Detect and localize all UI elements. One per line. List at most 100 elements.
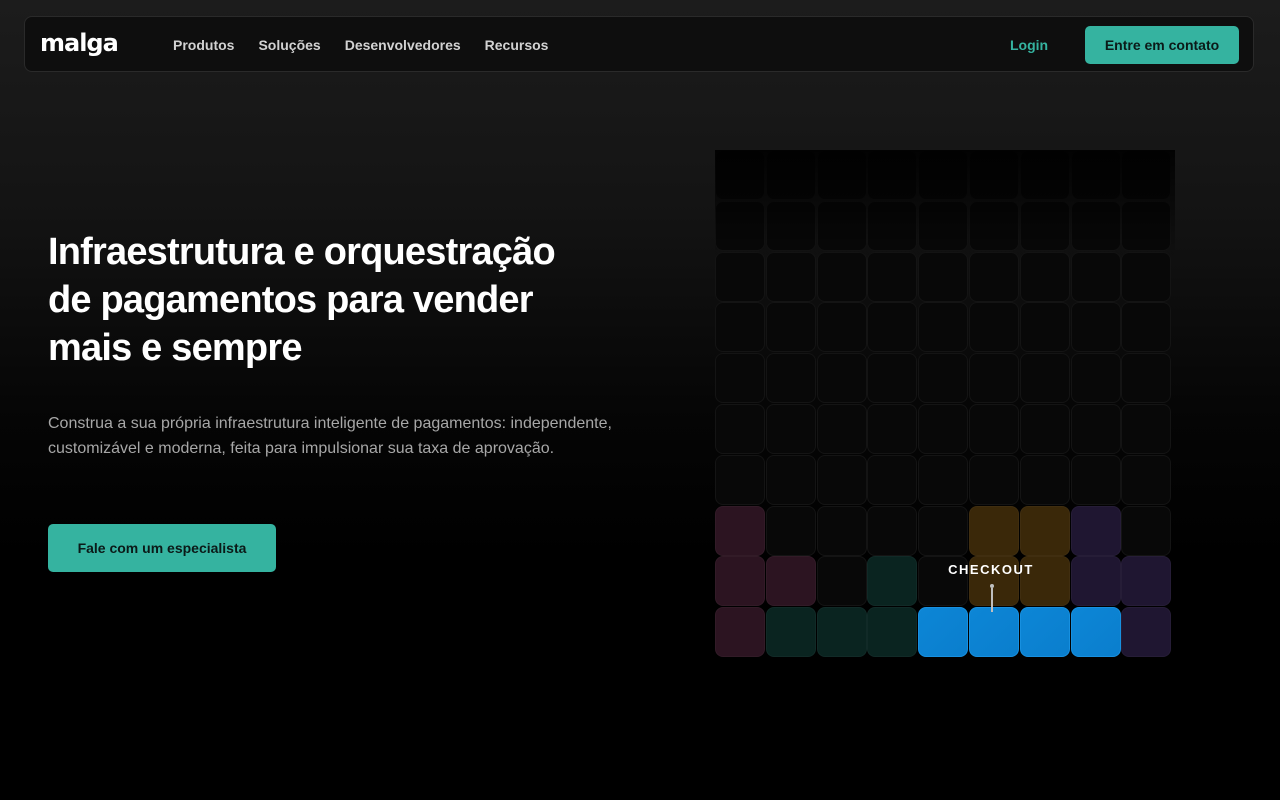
grid-cell-empty: [816, 353, 867, 404]
grid-block-green: [816, 607, 867, 658]
grid-cell-empty: [816, 404, 867, 454]
grid-block-maroon: [715, 607, 765, 658]
grid-cell-empty: [765, 505, 816, 556]
grid-cell-empty: [1070, 302, 1121, 353]
grid-cell-empty: [816, 150, 867, 200]
grid-cell-empty: [918, 353, 969, 404]
nav-item-desenvolvedores[interactable]: Desenvolvedores: [345, 37, 461, 53]
grid-cell-empty: [816, 251, 867, 302]
grid-cell-empty: [816, 454, 867, 505]
grid-cell-empty: [969, 251, 1019, 302]
grid-block-blue: [969, 607, 1019, 658]
grid-block-green: [867, 607, 918, 658]
payment-blocks-illustration: [715, 150, 1175, 658]
checkout-label: CHECKOUT: [948, 562, 1034, 577]
grid-cell-empty: [867, 302, 918, 353]
grid-block-blue: [1070, 607, 1121, 658]
grid-cell-empty: [816, 556, 867, 607]
grid-cell-empty: [1019, 150, 1070, 200]
grid-cell-empty: [1121, 200, 1172, 251]
grid-cell-empty: [765, 353, 816, 404]
grid-cell-empty: [867, 404, 918, 454]
grid-cell-empty: [969, 353, 1019, 404]
grid-cell-empty: [969, 454, 1019, 505]
grid-cell-empty: [715, 251, 765, 302]
grid-cell-empty: [1121, 251, 1172, 302]
malga-logo[interactable]: malga: [40, 29, 119, 57]
checkout-pointer-line: [991, 588, 993, 612]
grid-cell-empty: [1019, 353, 1070, 404]
hero-subtitle: Construa a sua própria infraestrutura in…: [48, 415, 612, 457]
grid-cell-empty: [1121, 404, 1172, 454]
grid-cell-empty: [1019, 200, 1070, 251]
grid-cell-empty: [816, 200, 867, 251]
grid-cell-empty: [918, 404, 969, 454]
contact-button[interactable]: Entre em contato: [1085, 26, 1239, 64]
grid-cell-empty: [969, 200, 1019, 251]
grid-cell-empty: [765, 251, 816, 302]
grid-cell-empty: [715, 200, 765, 251]
grid-cell-empty: [1121, 302, 1172, 353]
grid-cell-empty: [969, 150, 1019, 200]
grid-cell-empty: [765, 404, 816, 454]
grid-cell-empty: [867, 505, 918, 556]
grid-cell-empty: [765, 454, 816, 505]
grid-block-purple: [1070, 556, 1121, 607]
nav-item-produtos[interactable]: Produtos: [173, 37, 234, 53]
grid-block-maroon: [715, 505, 765, 556]
grid-block-green: [867, 556, 918, 607]
grid-block-purple: [1121, 556, 1172, 607]
grid-cell-empty: [715, 404, 765, 454]
hero-title-line: de pagamentos para vender: [48, 279, 534, 321]
grid-cell-empty: [918, 150, 969, 200]
grid-block-brown: [1019, 505, 1070, 556]
grid-block-green: [765, 607, 816, 658]
grid-cell-empty: [1070, 454, 1121, 505]
grid-cell-empty: [715, 454, 765, 505]
login-link[interactable]: Login: [1010, 17, 1048, 73]
grid-cell-empty: [715, 150, 765, 200]
grid-cell-empty: [1019, 404, 1070, 454]
grid-cell-empty: [1070, 200, 1121, 251]
nav-item-solucoes[interactable]: Soluções: [258, 37, 320, 53]
grid-cell-empty: [1121, 505, 1172, 556]
grid-cell-empty: [918, 454, 969, 505]
grid-block-purple: [1121, 607, 1172, 658]
grid-cell-empty: [867, 454, 918, 505]
grid-cell-empty: [765, 302, 816, 353]
grid-cell-empty: [765, 200, 816, 251]
grid-cell-empty: [918, 251, 969, 302]
grid-block-maroon: [715, 556, 765, 607]
grid-cell-empty: [715, 302, 765, 353]
grid-cell-empty: [969, 302, 1019, 353]
grid-cell-empty: [1121, 150, 1172, 200]
grid-cell-empty: [867, 150, 918, 200]
grid-cell-empty: [1019, 454, 1070, 505]
hero-title-line: mais e sempre: [48, 327, 302, 369]
grid-cell-empty: [918, 200, 969, 251]
grid-block-purple: [1070, 505, 1121, 556]
grid-cell-empty: [969, 404, 1019, 454]
grid-block-blue: [1019, 607, 1070, 658]
grid-cell-empty: [1070, 150, 1121, 200]
grid-cell-empty: [1070, 353, 1121, 404]
grid-cell-empty: [1121, 353, 1172, 404]
grid-cell-empty: [816, 505, 867, 556]
grid-cell-empty: [816, 302, 867, 353]
grid-cell-empty: [867, 353, 918, 404]
grid-cell-empty: [715, 353, 765, 404]
grid-cell-empty: [1070, 404, 1121, 454]
nav-item-recursos[interactable]: Recursos: [485, 37, 549, 53]
grid-cell-empty: [1070, 251, 1121, 302]
grid-block-brown: [969, 505, 1019, 556]
hero-title: Infraestrutura e orquestração de pagament…: [48, 228, 648, 372]
grid-cell-empty: [1019, 251, 1070, 302]
hero-title-line: Infraestrutura e orquestração: [48, 231, 556, 273]
top-navbar: malga Produtos Soluções Desenvolvedores …: [24, 16, 1254, 72]
grid-cell-empty: [867, 200, 918, 251]
grid-block-maroon: [765, 556, 816, 607]
grid-cell-empty: [1121, 454, 1172, 505]
grid-cell-empty: [1019, 302, 1070, 353]
nav-links: Produtos Soluções Desenvolvedores Recurs…: [173, 17, 548, 73]
talk-to-specialist-button[interactable]: Fale com um especialista: [48, 524, 276, 572]
